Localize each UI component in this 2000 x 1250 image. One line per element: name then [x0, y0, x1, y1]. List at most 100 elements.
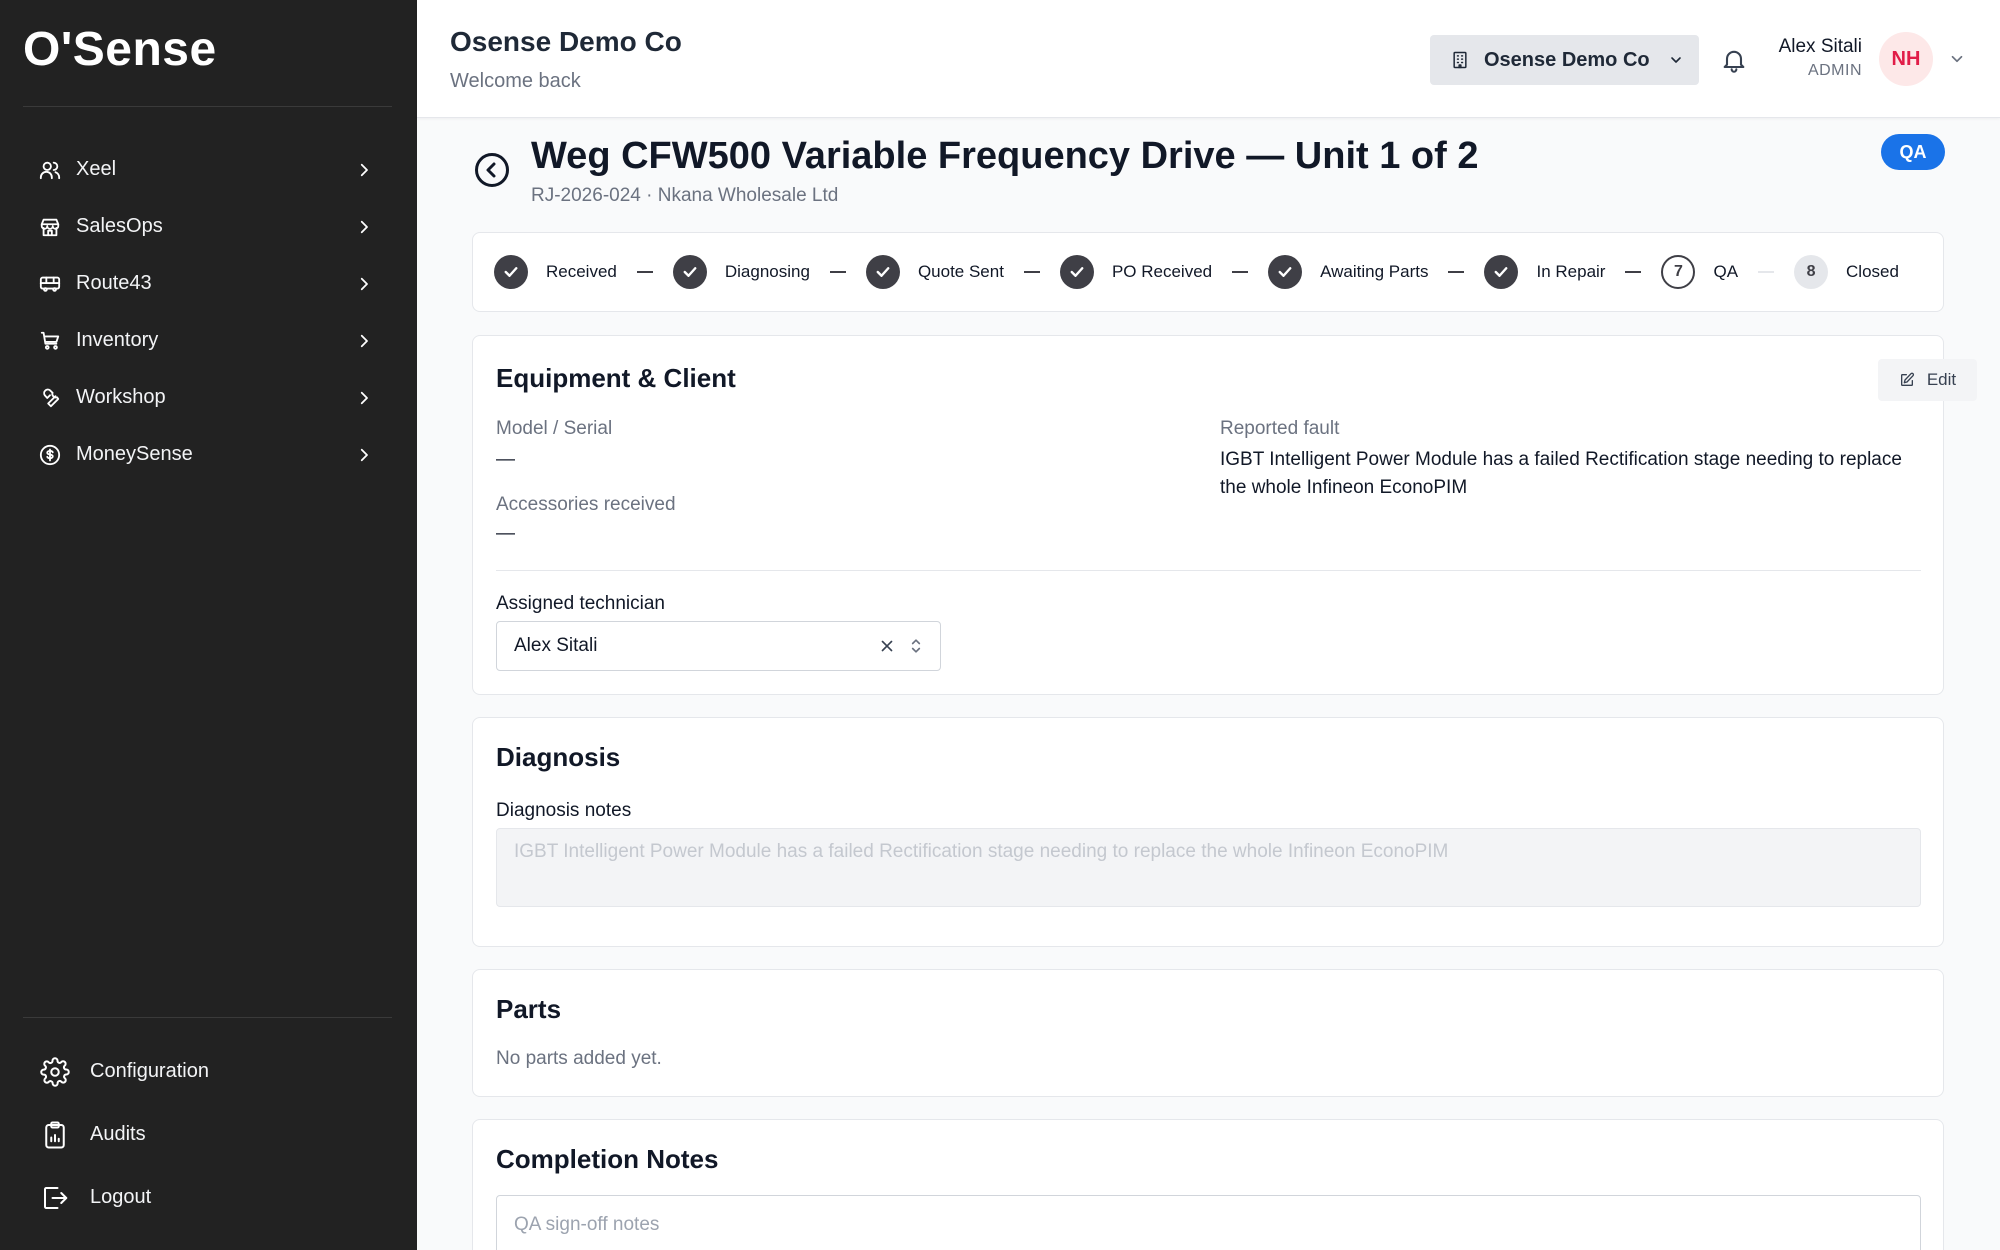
bell-icon[interactable] [1720, 46, 1748, 74]
step-quote-sent: Quote Sent [865, 255, 1004, 289]
diagnosis-card: Diagnosis Diagnosis notes IGBT Intellige… [472, 717, 1944, 947]
organization-switcher[interactable]: Osense Demo Co [1430, 35, 1699, 85]
step-received: Received [494, 255, 617, 289]
step-label: In Repair [1536, 262, 1606, 281]
step-in-repair: In Repair [1484, 255, 1605, 289]
diagnosis-notes-textarea[interactable]: IGBT Intelligent Power Module has a fail… [496, 828, 1921, 907]
sidebar-divider [23, 1017, 392, 1018]
sidebar-item-label: SalesOps [76, 215, 163, 237]
sidebar-item-label: Configuration [90, 1060, 209, 1082]
parts-empty-text: No parts added yet. [496, 1048, 662, 1069]
technician-label: Assigned technician [496, 593, 665, 614]
page-subtitle: RJ-2026-024 · Nkana Wholesale Ltd [531, 185, 839, 206]
edit-button-label: Edit [1926, 370, 1957, 389]
users-icon [39, 159, 61, 181]
qa-signoff-input[interactable] [496, 1195, 1921, 1250]
chevron-right-icon [360, 163, 368, 176]
company-title: Osense Demo Co [450, 26, 682, 57]
store-icon [39, 216, 61, 238]
equipment-client-card: Equipment & Client Edit Model / Serial —… [472, 335, 1977, 695]
sidebar-item-inventory[interactable]: Inventory [23, 312, 383, 369]
check-icon [672, 255, 707, 289]
chevron-right-icon [360, 334, 368, 347]
accessories-label: Accessories received [496, 494, 676, 515]
sidebar: O'Sense Xeel SalesOps Route43 Inventory … [0, 0, 417, 1250]
sidebar-item-route43[interactable]: Route43 [23, 255, 383, 312]
gear-icon [40, 1056, 70, 1087]
step-label: Received [546, 262, 617, 281]
sidebar-item-label: Xeel [76, 158, 117, 180]
technician-select[interactable]: Alex Sitali [496, 621, 941, 671]
chevron-down-icon [1670, 57, 1681, 63]
sidebar-item-logout[interactable]: Logout [23, 1166, 383, 1229]
check-icon [494, 255, 528, 289]
chevron-down-icon[interactable] [1948, 50, 1966, 68]
back-arrow-icon[interactable] [474, 152, 510, 188]
step-separator [1625, 271, 1642, 273]
edit-button[interactable]: Edit [1878, 359, 1977, 401]
cart-icon [39, 330, 61, 352]
step-separator [1448, 271, 1465, 273]
chevron-right-icon [360, 220, 368, 233]
step-separator [1023, 271, 1040, 273]
reported-fault-label: Reported fault [1220, 418, 1340, 439]
check-icon [865, 255, 900, 289]
step-label: Closed [1846, 262, 1899, 281]
model-serial-label: Model / Serial [496, 418, 613, 439]
sidebar-item-label: Inventory [76, 329, 159, 351]
bus-icon [39, 273, 61, 295]
step-po-received: PO Received [1059, 255, 1213, 289]
sidebar-nav: Xeel SalesOps Route43 Inventory Workshop… [23, 141, 383, 483]
sidebar-item-xeel[interactable]: Xeel [23, 141, 383, 198]
sidebar-item-label: Audits [90, 1123, 146, 1145]
close-icon[interactable] [878, 637, 896, 655]
step-label: QA [1713, 262, 1739, 281]
step-separator [829, 271, 846, 273]
main-content: Weg CFW500 Variable Frequency Drive — Un… [417, 118, 2000, 1250]
sidebar-item-salesops[interactable]: SalesOps [23, 198, 383, 255]
model-serial-value: — [496, 449, 515, 470]
check-icon [1268, 255, 1303, 289]
step-label: PO Received [1111, 262, 1213, 281]
chevron-right-icon [360, 448, 368, 461]
accessories-value: — [496, 523, 515, 544]
sidebar-item-moneysense[interactable]: MoneySense [23, 426, 383, 483]
sidebar-item-label: Logout [90, 1186, 152, 1208]
chevron-updown-icon[interactable] [908, 636, 924, 656]
status-badge: QA [1881, 134, 1945, 170]
check-icon [1059, 255, 1094, 289]
card-title: Equipment & Client [496, 363, 736, 393]
sidebar-item-workshop[interactable]: Workshop [23, 369, 383, 426]
page-title: Weg CFW500 Variable Frequency Drive — Un… [531, 135, 1479, 177]
step-separator [1758, 271, 1775, 273]
step-number: 8 [1794, 255, 1829, 289]
sidebar-item-label: Route43 [76, 272, 152, 294]
user-role: ADMIN [1807, 62, 1862, 79]
clipboard-icon [40, 1120, 70, 1150]
step-number: 7 [1661, 255, 1696, 289]
reported-fault-value: IGBT Intelligent Power Module has a fail… [1220, 449, 1902, 498]
technician-select-value: Alex Sitali [514, 635, 598, 656]
diagnosis-notes-label: Diagnosis notes [496, 800, 632, 821]
sidebar-item-audits[interactable]: Audits [23, 1103, 383, 1166]
step-qa: 7 QA [1661, 255, 1738, 289]
sidebar-item-configuration[interactable]: Configuration [23, 1040, 383, 1103]
sidebar-item-label: Workshop [76, 386, 166, 408]
user-name: Alex Sitali [1778, 36, 1862, 57]
logout-icon [40, 1183, 70, 1213]
card-title: Completion Notes [496, 1144, 719, 1174]
sidebar-divider [23, 106, 392, 107]
edit-icon [1900, 372, 1914, 386]
step-closed: 8 Closed [1794, 255, 1899, 289]
step-separator [1232, 271, 1249, 273]
step-label: Awaiting Parts [1320, 262, 1429, 281]
top-header: Osense Demo Co Welcome back Osense Demo … [417, 0, 2000, 118]
chevron-right-icon [360, 391, 368, 404]
avatar[interactable]: NH [1879, 32, 1933, 86]
sidebar-bottom-nav: Configuration Audits Logout [23, 1040, 383, 1229]
building-icon [1453, 51, 1467, 69]
sidebar-item-label: MoneySense [76, 443, 193, 465]
step-separator [636, 271, 653, 273]
step-label: Quote Sent [917, 262, 1004, 281]
brand-logo: O'Sense [23, 23, 217, 76]
